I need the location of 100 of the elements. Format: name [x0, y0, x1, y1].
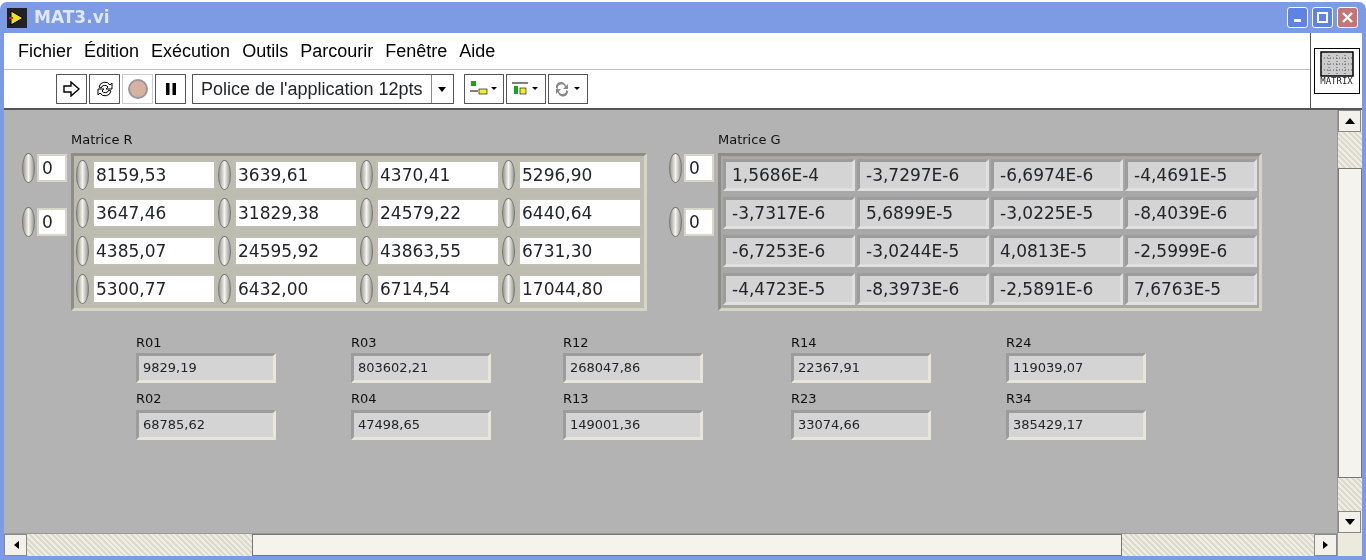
maximize-button[interactable] — [1312, 7, 1333, 28]
distribute-objects-icon — [510, 80, 541, 98]
numeric-indicator: -2,5999E-6 — [1125, 234, 1257, 267]
spinner-arrows-icon[interactable] — [360, 235, 373, 266]
run-button[interactable] — [56, 74, 87, 104]
align-button[interactable] — [463, 74, 504, 104]
numeric-indicator: -6,6974E-6 — [991, 158, 1123, 191]
numeric-field[interactable]: 6731,30 — [518, 235, 642, 266]
distribute-button[interactable] — [505, 74, 546, 104]
spinner-arrows-icon[interactable] — [502, 235, 515, 266]
numeric-field[interactable]: 5296,90 — [518, 159, 642, 190]
numeric-field[interactable]: 6432,00 — [234, 273, 358, 304]
spinner-arrows-icon[interactable] — [22, 153, 35, 183]
spinner-arrows-icon[interactable] — [669, 207, 682, 237]
indicator-label: R12 — [563, 333, 590, 352]
spinner-arrows-icon[interactable] — [218, 159, 231, 190]
numeric-field[interactable]: 3647,46 — [92, 197, 216, 228]
numeric-indicator: 68785,62 — [136, 409, 276, 440]
numeric-indicator: 9829,19 — [136, 353, 276, 383]
spinner-arrows-icon[interactable] — [76, 197, 89, 228]
scroll-right-button[interactable] — [1314, 534, 1337, 556]
scroll-left-button[interactable] — [4, 534, 27, 556]
minimize-button[interactable] — [1287, 7, 1308, 28]
spinner-arrows-icon[interactable] — [218, 235, 231, 266]
numeric-field[interactable]: 8159,53 — [92, 159, 216, 190]
numeric-field[interactable]: 4385,07 — [92, 235, 216, 266]
menu-item[interactable]: Parcourir — [294, 37, 380, 65]
matrix-label: Matrice R — [71, 131, 134, 149]
index-field[interactable]: 0 — [684, 154, 714, 182]
menu-item[interactable]: Aide — [453, 37, 502, 65]
spinner-arrows-icon[interactable] — [22, 207, 35, 237]
cycle-arrows-icon — [94, 79, 115, 99]
indicator-label: R13 — [563, 390, 590, 408]
numeric-field[interactable]: 24595,92 — [234, 235, 358, 266]
close-button[interactable] — [1337, 7, 1358, 28]
numeric-indicator: 1,5686E-4 — [723, 158, 855, 191]
indicator-label: R23 — [791, 390, 818, 408]
align-objects-icon — [468, 80, 499, 98]
index-field[interactable]: 0 — [37, 208, 67, 236]
pause-button[interactable] — [155, 74, 186, 104]
reorder-button[interactable] — [547, 74, 588, 104]
numeric-indicator: 385429,17 — [1006, 409, 1146, 440]
right-arrow-icon — [1322, 541, 1329, 549]
indicator-label: R02 — [136, 390, 163, 408]
up-arrow-icon — [1344, 118, 1355, 124]
stop-icon — [126, 78, 149, 100]
numeric-indicator: 149001,36 — [563, 409, 703, 440]
numeric-field[interactable]: 6714,54 — [376, 273, 500, 304]
spinner-arrows-icon[interactable] — [76, 159, 89, 190]
numeric-indicator: -3,7297E-6 — [857, 158, 989, 191]
vertical-scrollbar-thumb[interactable] — [1338, 168, 1362, 478]
spinner-arrows-icon[interactable] — [360, 273, 373, 304]
horizontal-scrollbar-thumb[interactable] — [252, 534, 1122, 556]
menu-item[interactable]: Fenêtre — [379, 37, 454, 65]
maximize-icon — [1317, 12, 1328, 23]
numeric-indicator: 33074,66 — [791, 409, 931, 440]
spinner-arrows-icon[interactable] — [502, 159, 515, 190]
down-arrow-icon — [1344, 519, 1355, 525]
indicator-label: R14 — [791, 333, 818, 352]
spinner-arrows-icon[interactable] — [502, 273, 515, 304]
pause-icon — [164, 82, 177, 96]
numeric-field[interactable]: 24579,22 — [376, 197, 500, 228]
indicator-label: R04 — [351, 390, 378, 408]
spinner-arrows-icon[interactable] — [218, 197, 231, 228]
numeric-field[interactable]: 4370,41 — [376, 159, 500, 190]
numeric-indicator: 119039,07 — [1006, 353, 1146, 383]
numeric-field[interactable]: 3639,61 — [234, 159, 358, 190]
spinner-arrows-icon[interactable] — [502, 197, 515, 228]
font-dropdown[interactable]: Police de l'application 12pts — [192, 74, 454, 104]
numeric-field[interactable]: 17044,80 — [518, 273, 642, 304]
scroll-down-button[interactable] — [1338, 511, 1361, 533]
scroll-up-button[interactable] — [1338, 110, 1361, 132]
numeric-indicator: -4,4723E-5 — [723, 272, 855, 305]
numeric-field[interactable]: 6440,64 — [518, 197, 642, 228]
index-field[interactable]: 0 — [684, 208, 714, 236]
menu-item[interactable]: Fichier — [12, 37, 78, 65]
spinner-arrows-icon[interactable] — [218, 273, 231, 304]
numeric-indicator: -3,7317E-6 — [723, 196, 855, 229]
vi-icon: MATRIX — [1313, 47, 1360, 94]
spinner-arrows-icon[interactable] — [360, 159, 373, 190]
menu-item[interactable]: Outils — [236, 37, 295, 65]
spinner-arrows-icon[interactable] — [669, 153, 682, 183]
menu-item[interactable]: Édition — [78, 37, 146, 65]
numeric-field[interactable]: 5300,77 — [92, 273, 216, 304]
numeric-indicator: -8,3973E-6 — [857, 272, 989, 305]
matrix-label: Matrice G — [718, 131, 782, 149]
dropdown-arrow-icon — [438, 86, 447, 92]
spinner-arrows-icon[interactable] — [360, 197, 373, 228]
run-continuously-button[interactable] — [89, 74, 120, 104]
numeric-indicator: 7,6763E-5 — [1125, 272, 1257, 305]
numeric-indicator: -2,5891E-6 — [991, 272, 1123, 305]
spinner-arrows-icon[interactable] — [76, 235, 89, 266]
numeric-indicator: 22367,91 — [791, 353, 931, 383]
index-field[interactable]: 0 — [37, 154, 67, 182]
close-icon — [1342, 12, 1353, 23]
spinner-arrows-icon[interactable] — [76, 273, 89, 304]
numeric-indicator: 268047,86 — [563, 353, 703, 383]
numeric-field[interactable]: 31829,38 — [234, 197, 358, 228]
menu-item[interactable]: Exécution — [145, 37, 237, 65]
numeric-field[interactable]: 43863,55 — [376, 235, 500, 266]
